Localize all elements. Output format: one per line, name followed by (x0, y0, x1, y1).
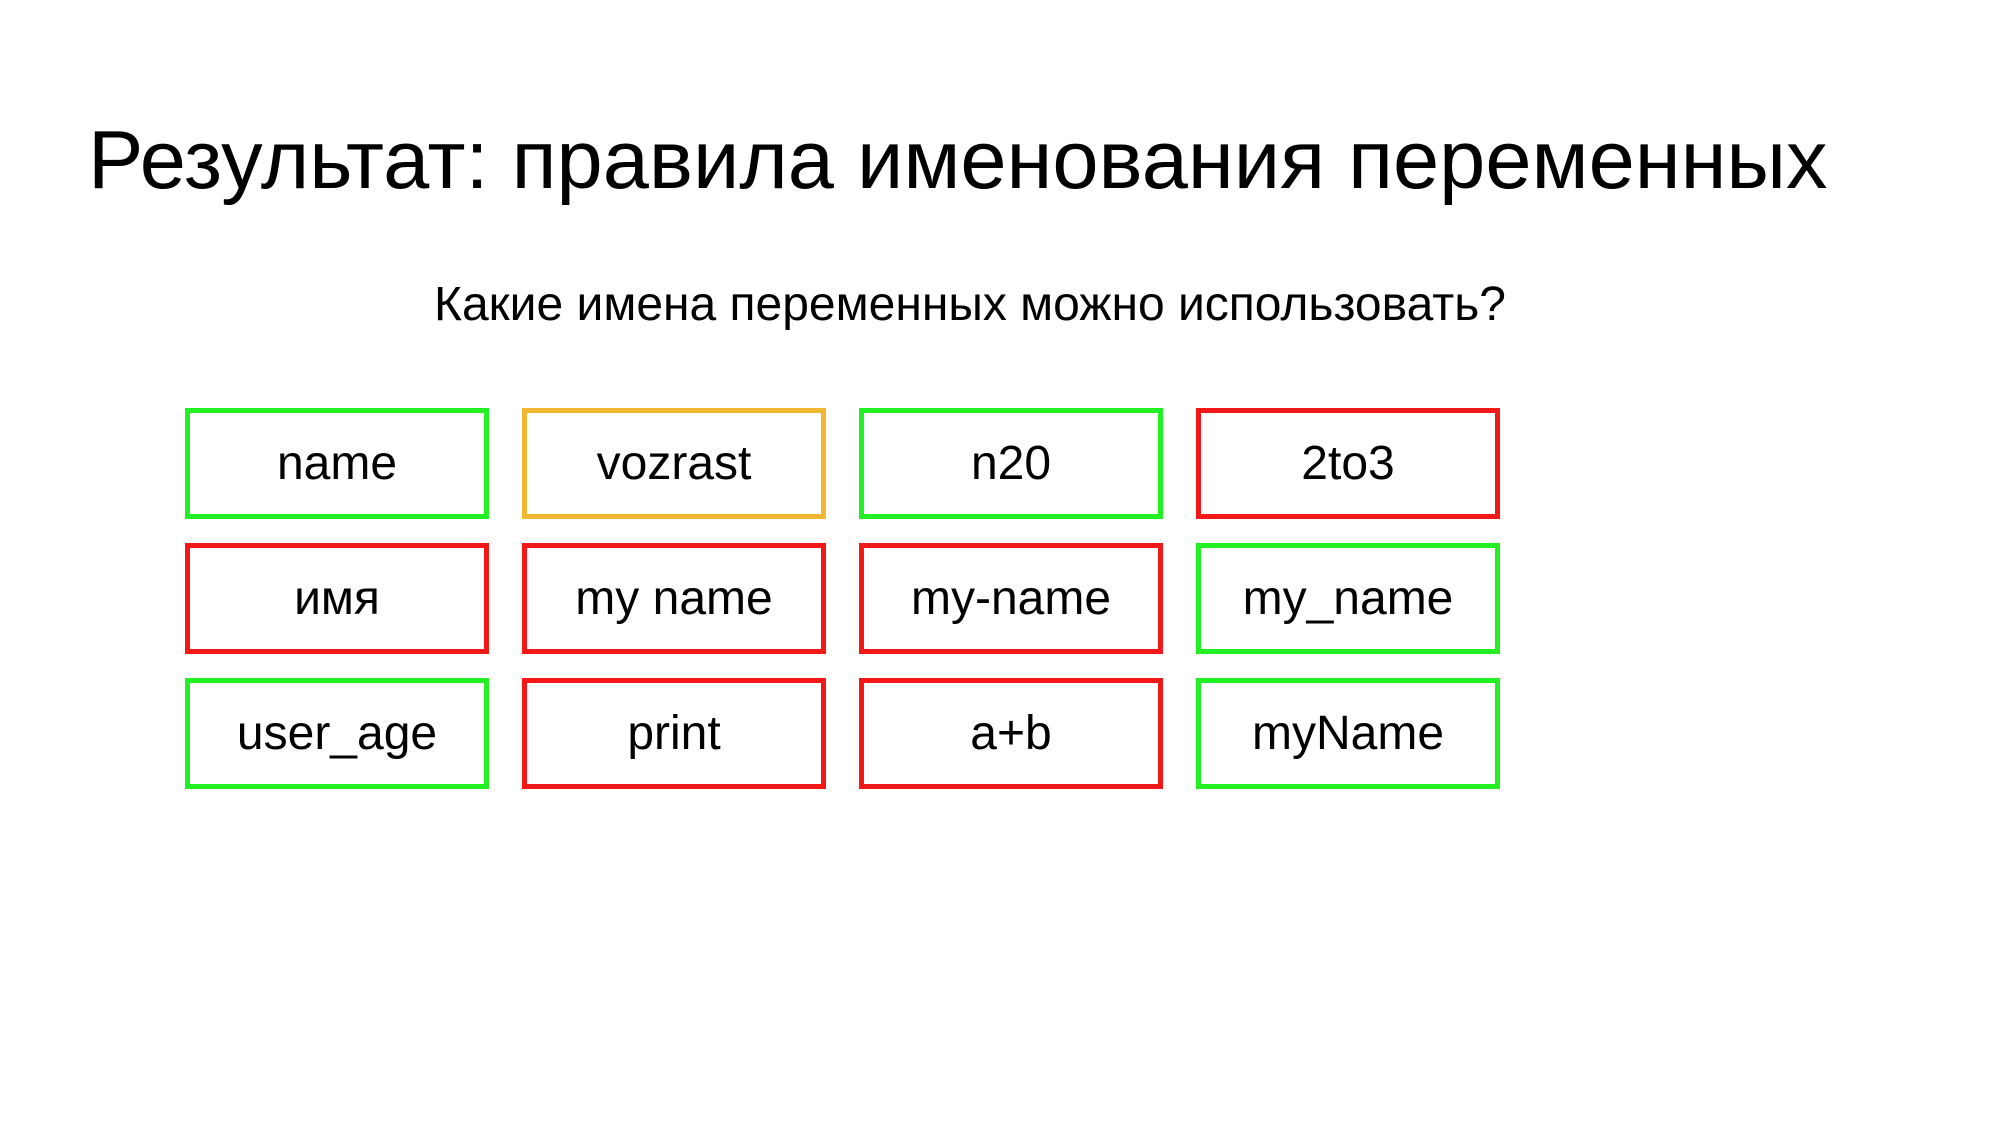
slide-subtitle: Какие имена переменных можно использоват… (434, 278, 1506, 331)
variable-card-2to3: 2to3 (1196, 408, 1500, 519)
variable-card-n20: n20 (859, 408, 1163, 519)
variable-card-myname-camel: myName (1196, 678, 1500, 789)
variable-card-name: name (185, 408, 489, 519)
variable-name-grid: name vozrast n20 2to3 имя my name my-nam… (185, 408, 1500, 789)
slide-title: Результат: правила именования переменных (88, 113, 1828, 206)
variable-card-a-plus-b: a+b (859, 678, 1163, 789)
variable-card-my-name-hyphen: my-name (859, 543, 1163, 654)
variable-card-my-name-space: my name (522, 543, 826, 654)
variable-card-vozrast: vozrast (522, 408, 826, 519)
variable-card-user-age: user_age (185, 678, 489, 789)
variable-card-my-name-underscore: my_name (1196, 543, 1500, 654)
variable-card-imya: имя (185, 543, 489, 654)
variable-card-print: print (522, 678, 826, 789)
